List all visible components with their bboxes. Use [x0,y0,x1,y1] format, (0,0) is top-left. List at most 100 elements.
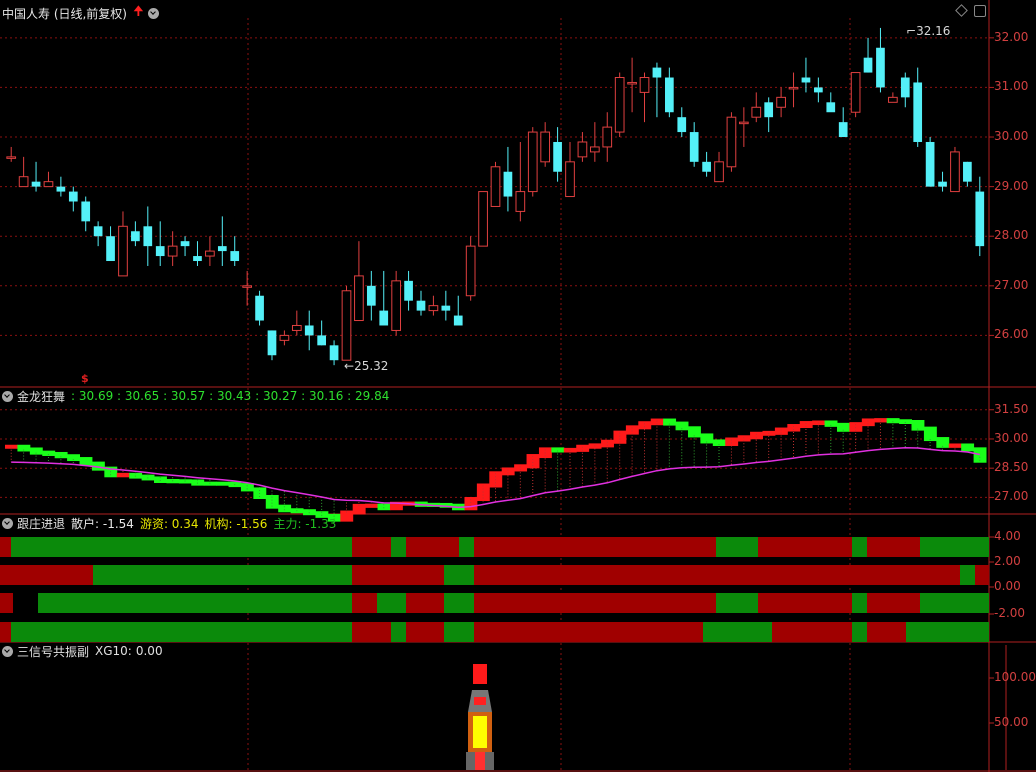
signal-step [886,418,900,424]
candle-body [341,290,352,361]
trend-band [975,565,989,585]
trend-band [0,593,13,613]
candle-body [354,275,364,322]
trend-band [406,537,459,557]
signal-step [216,481,230,486]
signal-step [725,437,739,446]
candle-body [217,246,227,252]
trend-band [459,537,474,557]
candle-body [801,77,811,83]
candle-body [788,86,799,90]
candle-body [553,141,562,172]
candle-body [205,250,215,257]
trend-band [474,593,716,613]
candle-body [589,146,600,153]
trend-band [11,622,352,642]
trend-band [716,593,758,613]
price-tick-label: 30.00 [994,129,1029,144]
indicator-tick-label: 27.00 [994,489,1029,504]
trend-band [867,622,906,642]
indicator-tick-label: 30.00 [994,430,1029,445]
trend-band [474,565,960,585]
candle-body [106,236,115,262]
trend-band [703,622,772,642]
signal-step [116,472,130,478]
candle-body [131,231,140,242]
candle-body [379,310,389,326]
candle-body [18,176,29,188]
chevron-down-icon[interactable] [2,517,13,529]
signal-bar-band [474,697,486,705]
sanxinhao-header: 三信号共振副 XG10: 0.00 [2,643,163,659]
chevron-down-icon[interactable] [2,645,13,657]
trend-band [352,622,391,642]
price-tick-label: 28.00 [994,228,1029,243]
candle-body [267,330,277,356]
candle-body [702,161,711,172]
candle-body [838,122,848,138]
trend-band [716,537,758,557]
signal-step [774,427,788,435]
genzhuang-item: 散户: -1.54 [71,516,134,531]
candle-body [602,126,613,148]
trend-band [444,622,474,642]
signal-step [923,426,937,442]
candle-body [465,245,476,297]
candle-body [938,181,947,187]
signal-step [861,418,875,427]
signal-step [899,419,912,425]
trend-band [391,622,406,642]
candle-body [180,241,190,247]
genzhuang-item: 主力: -1.33 [273,516,337,531]
signal-step [961,443,975,452]
candle-body [540,131,551,163]
candle-body [913,82,923,142]
event-marker-icon: $ [81,372,89,385]
candle-body [6,156,17,159]
candle-body [43,181,54,188]
candle-body [652,67,662,78]
candle-body [863,57,873,73]
diamond-icon[interactable] [955,4,968,17]
candle-body [751,106,762,118]
signal-step [501,467,515,476]
jinlong-values: : 30.69 : 30.65 : 30.57 : 30.43 : 30.27 … [71,389,390,403]
restore-icon[interactable] [974,5,986,17]
candle-body [677,117,687,133]
up-arrow-icon: 🠉 [133,4,144,19]
trend-band [852,593,867,613]
trend-band [406,622,444,642]
indicator-tick-label: 28.50 [994,460,1029,475]
candle-body [230,251,240,262]
trend-band [852,537,867,557]
candle-body [304,325,314,336]
jinlong-name: 金龙狂舞 [17,389,66,404]
trend-band [377,593,406,613]
trend-band [406,593,444,613]
price-tick-label: 29.00 [994,178,1029,193]
price-tick-label: 27.00 [994,277,1029,292]
trend-band [11,537,352,557]
candle-body [291,324,302,331]
trend-band [93,565,352,585]
indicator-tick-label: 4.00 [994,529,1021,543]
candle-body [391,280,402,331]
candle-body [279,334,290,341]
candle-body [453,315,463,326]
genzhuang-item: 游资: 0.34 [139,516,199,531]
genzhuang-header: 跟庄进退 散户: -1.54 游资: 0.34 机构: -1.56 主力: -1.33 [2,515,342,531]
indicator-tick-label: 100.00 [994,670,1036,684]
signal-step [278,504,292,513]
candle-body [950,151,960,193]
candle-body [242,285,252,288]
candle-body [155,246,165,257]
chevron-down-icon[interactable] [2,390,13,402]
indicator-tick-label: 0.00 [994,579,1021,593]
price-tick-label: 31.00 [994,79,1029,94]
candle-body [428,305,439,312]
candle-body [478,191,488,247]
chevron-down-icon[interactable] [147,7,159,19]
candle-body [68,191,78,202]
candle-body [31,181,41,187]
candle-body [614,77,625,133]
